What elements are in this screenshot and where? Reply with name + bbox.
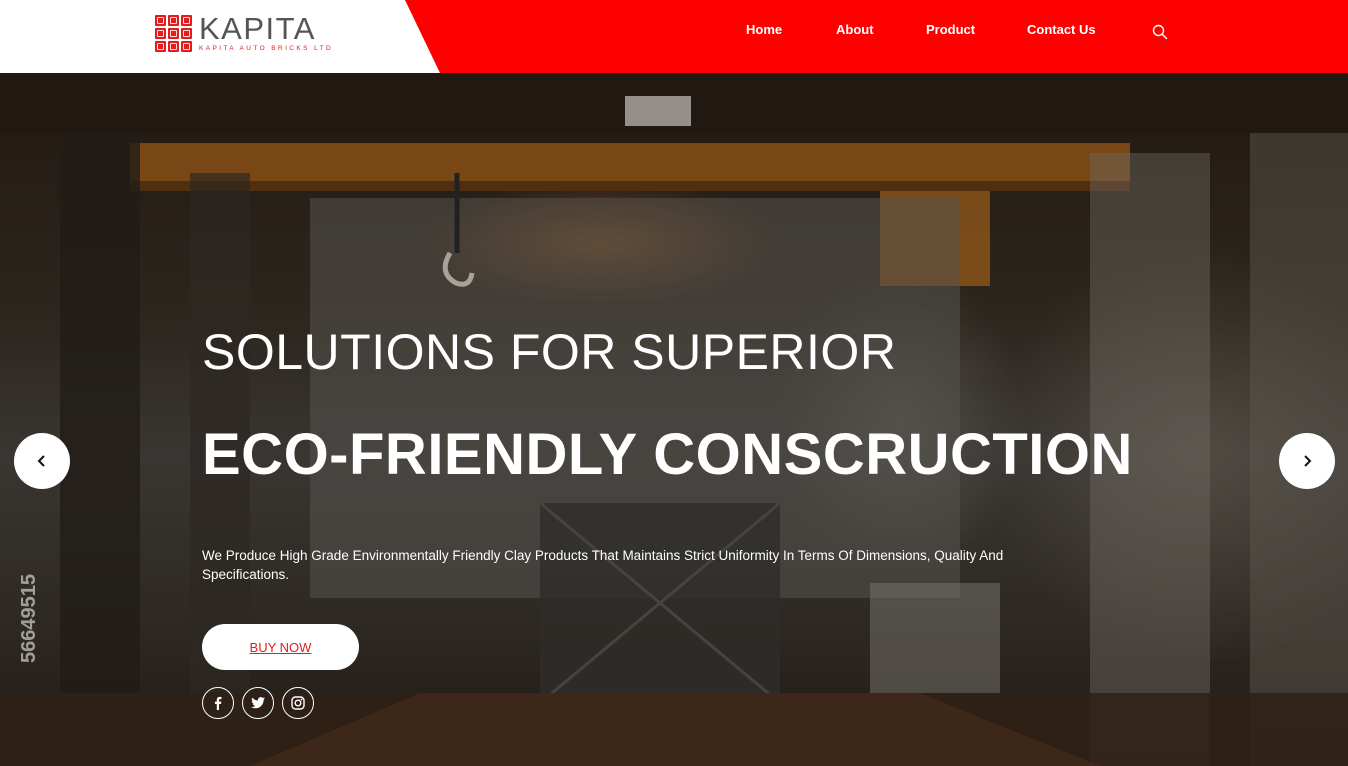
buy-now-button[interactable]: BUY NOW: [202, 624, 359, 670]
facebook-icon[interactable]: [202, 687, 234, 719]
slider-next-button[interactable]: [1279, 433, 1335, 489]
nav-item-about[interactable]: About: [836, 22, 874, 37]
nav-item-contact-us[interactable]: Contact Us: [1027, 22, 1096, 37]
chevron-left-icon: [37, 455, 45, 467]
brand-name: KAPITA: [199, 11, 316, 46]
hero-description: We Produce High Grade Environmentally Fr…: [202, 548, 1004, 582]
logo-mark-icon: [155, 15, 192, 52]
nav-item-product[interactable]: Product: [926, 22, 975, 37]
slider-prev-button[interactable]: [14, 433, 70, 489]
hero-headline-line1: SOLUTIONS FOR SUPERIOR: [202, 324, 897, 380]
instagram-icon[interactable]: [282, 687, 314, 719]
chevron-right-icon: [1304, 455, 1312, 467]
brand-tagline: KAPITA AUTO BRICKS LTD: [199, 45, 334, 52]
brand-logo[interactable]: KAPITA KAPITA AUTO BRICKS LTD: [155, 11, 334, 53]
nav-item-home[interactable]: Home: [746, 22, 782, 37]
stock-watermark: 56649515: [18, 574, 40, 663]
site-header: KAPITA KAPITA AUTO BRICKS LTD Home About…: [0, 0, 1348, 73]
logo-text: KAPITA KAPITA AUTO BRICKS LTD: [199, 11, 334, 52]
search-icon[interactable]: [1152, 24, 1168, 40]
hero-overlay: [0, 73, 1348, 766]
hero-headline-line2: ECO-FRIENDLY CONSCRUCTION: [202, 422, 1133, 487]
twitter-icon[interactable]: [242, 687, 274, 719]
hero-slider: 56649515 SOLUTIONS FOR SUPERIOR ECO-FRIE…: [0, 73, 1348, 766]
